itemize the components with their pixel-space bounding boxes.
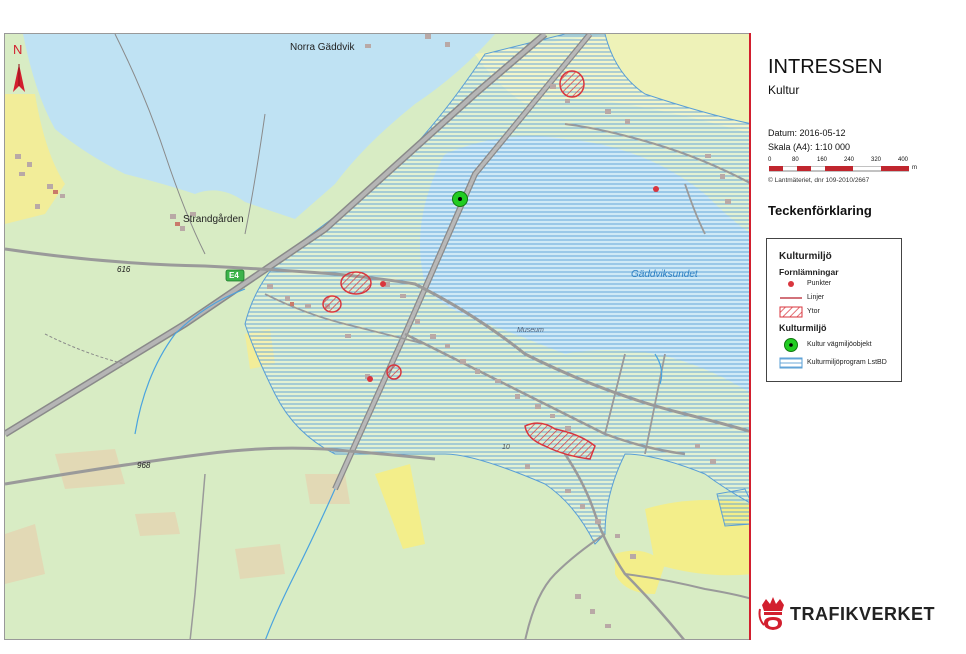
fornlamning-yta[interactable] <box>386 364 402 380</box>
fornlamning-yta[interactable] <box>559 70 585 98</box>
scale-tick: 320 <box>871 157 882 163</box>
fornlamning-yta[interactable] <box>322 295 342 313</box>
place-label-museum: Museum <box>517 327 544 334</box>
legend-points-swatch <box>788 281 794 287</box>
side-panel: INTRESSEN Kultur Datum: 2016-05-12 Skala… <box>752 33 966 640</box>
legend-section: Kulturmiljö <box>779 251 832 262</box>
place-label-norra-gaddvik: Norra Gäddvik <box>290 42 355 53</box>
road-label-10: 10 <box>502 444 510 451</box>
scale-bar <box>769 166 909 172</box>
kultur-vagmiljoobjekt-center <box>458 197 462 201</box>
scale-unit: m <box>912 165 917 171</box>
legend-object-swatch <box>784 338 798 352</box>
legend-areas-swatch <box>779 306 803 318</box>
date-line: Datum: 2016-05-12 <box>768 128 846 138</box>
road-label-968: 968 <box>137 461 151 470</box>
map-canvas[interactable] <box>5 34 751 640</box>
scale-tick: 0 <box>768 157 772 163</box>
legend-item-program: Kulturmiljöprogram LstBD <box>807 359 887 366</box>
scale-tick: 160 <box>817 157 828 163</box>
place-label-strandgarden: Strandgården <box>183 214 244 225</box>
brand-name: TRAFIKVERKET <box>790 604 935 624</box>
fornlamning-punkt[interactable] <box>380 281 386 287</box>
field <box>135 512 180 536</box>
road-label-e4: E4 <box>229 271 239 280</box>
scale-tick: 80 <box>792 157 799 163</box>
legend-program-swatch <box>779 357 803 369</box>
copyright: © Lantmäteriet, dnr 109-2010/2667 <box>768 177 870 184</box>
road-label-616: 616 <box>117 265 131 274</box>
field <box>235 544 285 579</box>
legend-item-points: Punkter <box>807 280 832 287</box>
legend-heading: Teckenförklaring <box>768 203 872 218</box>
fornlamning-yta[interactable] <box>340 271 372 295</box>
legend-subsection-kulturmiljo: Kulturmiljö <box>779 323 827 333</box>
map-view[interactable]: N Norra Gäddvik Strandgården Gäddviksund… <box>4 33 751 640</box>
trafikverket-crown-icon <box>758 597 784 630</box>
field <box>305 474 350 504</box>
fornlamning-punkt[interactable] <box>653 186 659 192</box>
legend-item-areas: Ytor <box>807 308 820 315</box>
legend-box: Kulturmiljö Fornlämningar Punkter Linjer… <box>766 238 902 382</box>
panel-divider <box>749 33 751 640</box>
legend-lines-swatch <box>780 297 802 299</box>
legend-item-object: Kultur vägmiljöobjekt <box>807 341 872 348</box>
north-label: N <box>13 42 23 57</box>
place-label-gaddviksundet: Gäddviksundet <box>631 269 698 280</box>
panel-subtitle: Kultur <box>768 83 800 97</box>
scale-line: Skala (A4): 1:10 000 <box>768 142 851 152</box>
legend-item-lines: Linjer <box>807 294 825 301</box>
scale-tick: 240 <box>844 157 855 163</box>
legend-subsection-fornlamningar: Fornlämningar <box>779 267 839 277</box>
scale-tick: 400 <box>898 157 909 163</box>
fornlamning-punkt[interactable] <box>367 376 373 382</box>
panel-title: INTRESSEN <box>768 56 883 78</box>
